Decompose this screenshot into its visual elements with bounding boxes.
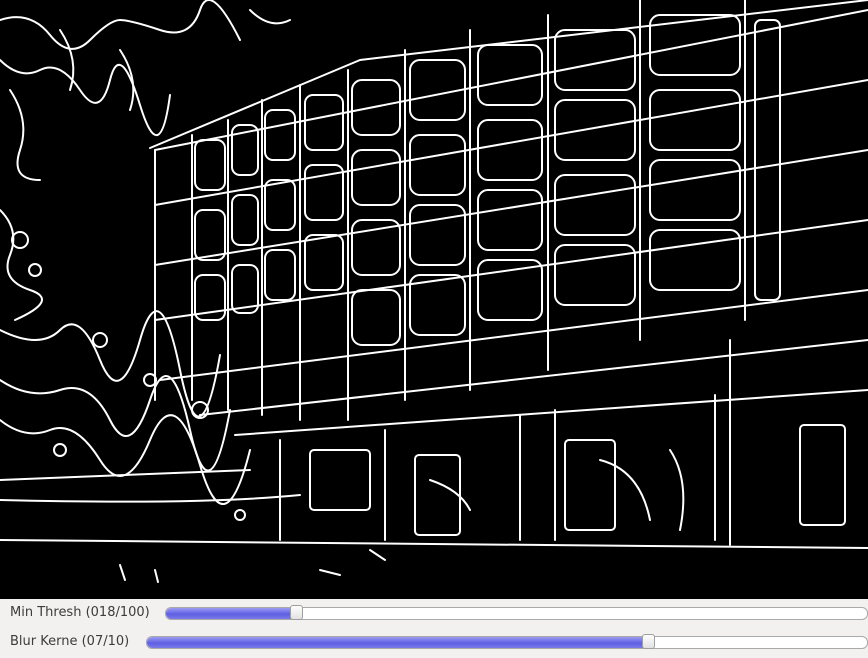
min-thresh-slider-handle[interactable] xyxy=(290,605,303,620)
blur-kernel-slider-handle[interactable] xyxy=(642,634,655,649)
min-thresh-slider-fill xyxy=(166,608,297,619)
min-thresh-label: Min Thresh (018/100) xyxy=(10,605,150,620)
blur-kernel-slider[interactable] xyxy=(146,634,868,649)
blur-kernel-trackbar-row: Blur Kerne (07/10) xyxy=(0,628,868,657)
edge-lines xyxy=(0,0,868,583)
min-thresh-trackbar-row: Min Thresh (018/100) xyxy=(0,599,868,628)
blur-kernel-slider-fill xyxy=(147,637,649,648)
blur-kernel-label: Blur Kerne (07/10) xyxy=(10,634,130,649)
min-thresh-slider[interactable] xyxy=(165,605,868,620)
edge-output-image xyxy=(0,0,868,599)
